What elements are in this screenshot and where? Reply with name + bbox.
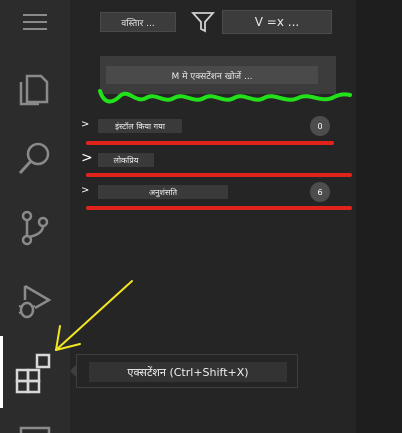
activity-run-debug[interactable]: [0, 268, 70, 328]
section-recommended-label: अनुशंसति: [98, 185, 228, 199]
section-popular-label: लोकप्रिय: [98, 153, 154, 167]
menu-button[interactable]: [0, 0, 70, 44]
chevron-right-icon: >: [81, 119, 90, 130]
red-underline-annotation: [86, 173, 352, 177]
details-button[interactable]: वस्तिार ...: [100, 12, 176, 32]
extensions-icon: [15, 353, 51, 394]
accounts-icon: [19, 426, 51, 433]
chevron-right-icon: >: [81, 185, 90, 196]
section-installed[interactable]: > इंस्टॉल किया गया 0: [78, 115, 348, 139]
activity-accounts[interactable]: [0, 418, 70, 433]
activity-search[interactable]: [0, 126, 70, 186]
section-recommended[interactable]: > अनुशंसति 6: [78, 181, 348, 205]
source-control-icon: [21, 210, 49, 246]
activity-source-control[interactable]: [0, 196, 70, 256]
red-underline-annotation: [86, 141, 334, 145]
extensions-tooltip: एक्सटेंशन (Ctrl+Shift+X): [70, 354, 298, 388]
filter-button[interactable]: [190, 10, 216, 34]
installed-count-badge: 0: [310, 116, 330, 136]
tooltip-text: एक्सटेंशन (Ctrl+Shift+X): [89, 362, 287, 382]
hamburger-menu-icon: [23, 14, 47, 30]
explorer-files-icon: [19, 74, 49, 106]
view-options-button[interactable]: V =x ...: [222, 10, 332, 34]
run-debug-icon: [18, 284, 52, 319]
activity-bar: [0, 0, 70, 433]
search-icon: [18, 142, 50, 175]
recommended-count-badge: 6: [310, 182, 330, 202]
red-underline-annotation: [86, 206, 352, 210]
filter-icon: [190, 12, 216, 33]
search-extensions-box[interactable]: M मे एक्सटेंशन खोजें ...: [100, 56, 336, 94]
editor-area: [356, 0, 402, 433]
section-installed-label: इंस्टॉल किया गया: [98, 119, 182, 133]
section-popular[interactable]: > लोकप्रिय: [78, 149, 348, 173]
search-extensions-button[interactable]: M मे एक्सटेंशन खोजें ...: [106, 66, 318, 84]
chevron-right-icon: >: [81, 150, 93, 166]
activity-explorer[interactable]: [0, 56, 70, 116]
activity-extensions[interactable]: [0, 336, 70, 408]
